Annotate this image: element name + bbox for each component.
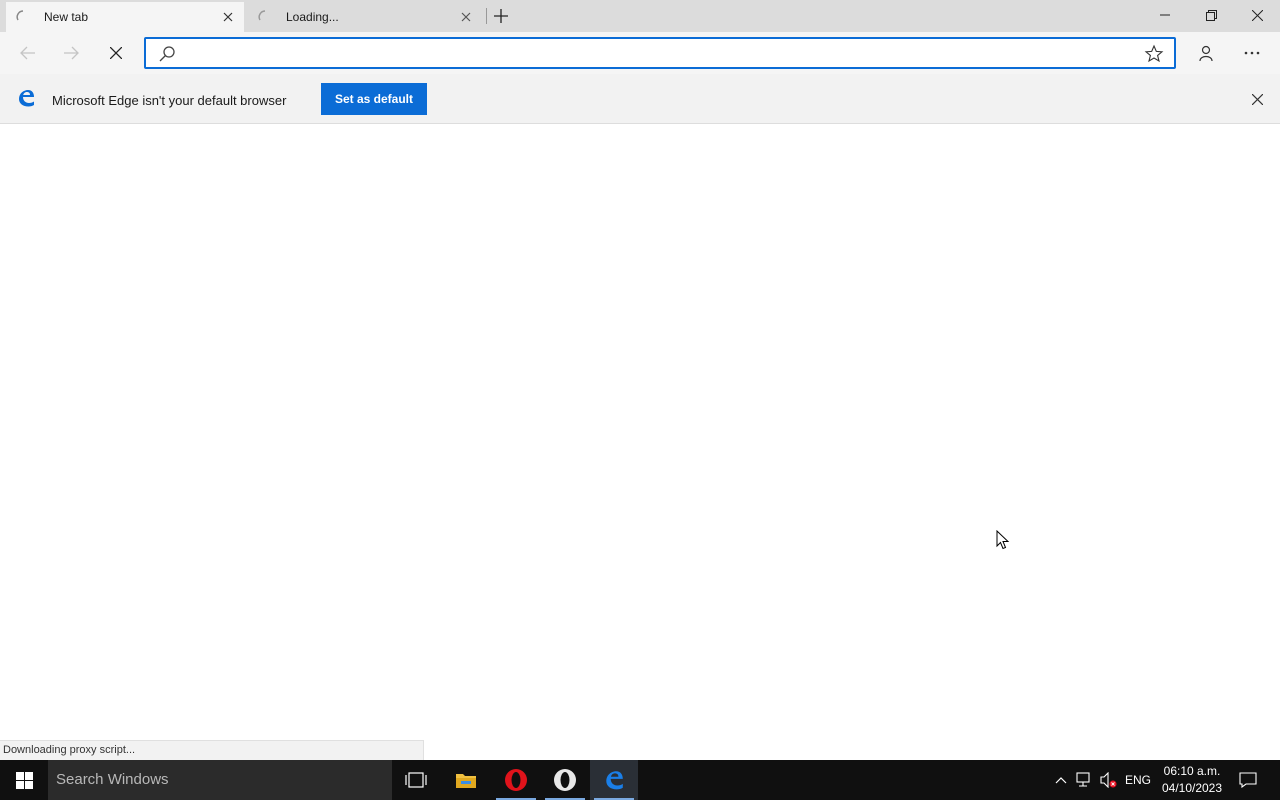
tab-label: Loading... (286, 10, 339, 24)
set-as-default-button[interactable]: Set as default (321, 83, 427, 115)
show-hidden-icons-button[interactable] (1050, 760, 1072, 800)
address-input[interactable] (180, 43, 1140, 63)
plus-icon (494, 9, 508, 23)
opera-button[interactable] (492, 760, 540, 800)
new-tab-button[interactable] (491, 6, 511, 26)
folder-icon (456, 774, 476, 788)
edge-taskbar-button[interactable] (590, 760, 638, 800)
opera-gx-button[interactable] (541, 760, 589, 800)
title-bar: New tab Loading... (0, 0, 1280, 32)
default-browser-infobar: Microsoft Edge isn't your default browse… (0, 74, 1280, 124)
task-view-button[interactable] (392, 760, 440, 800)
favorite-star-icon[interactable] (1144, 44, 1164, 64)
forward-arrow-icon (64, 46, 79, 60)
stop-loading-button[interactable] (101, 38, 131, 68)
task-view-icon (405, 772, 427, 788)
profile-button[interactable] (1191, 38, 1221, 68)
close-icon (1251, 9, 1263, 21)
restore-button[interactable] (1188, 0, 1234, 30)
settings-more-button[interactable] (1237, 38, 1267, 68)
volume-button[interactable] (1098, 760, 1120, 800)
file-explorer-button[interactable] (442, 760, 490, 800)
stop-x-icon (110, 47, 122, 59)
edge-icon (606, 771, 623, 790)
infobar-close-button[interactable] (1248, 90, 1266, 108)
page-content[interactable] (0, 124, 1280, 760)
tab-close-icon[interactable] (220, 9, 236, 25)
minimize-button[interactable] (1142, 0, 1188, 30)
close-window-button[interactable] (1234, 0, 1280, 30)
profile-icon (1199, 45, 1213, 61)
taskbar-clock[interactable]: 06:10 a.m. 04/10/2023 (1158, 763, 1226, 797)
taskbar-search-box[interactable]: Search Windows (48, 760, 392, 800)
tab-loading[interactable]: Loading... (248, 2, 482, 32)
notification-icon (1239, 772, 1257, 788)
tab-separator (486, 8, 487, 24)
loading-spinner-icon (258, 10, 266, 21)
tab-new-tab[interactable]: New tab (6, 2, 244, 32)
clock-time: 06:10 a.m. (1163, 764, 1221, 778)
forward-button[interactable] (56, 38, 86, 68)
minimize-icon (1160, 14, 1170, 16)
browser-toolbar (0, 32, 1280, 74)
tab-label: New tab (44, 10, 89, 24)
tab-close-icon[interactable] (458, 9, 474, 25)
mouse-cursor-icon (996, 530, 1010, 550)
back-arrow-icon (20, 46, 35, 60)
opera-gx-icon (554, 769, 576, 791)
windows-taskbar: Search Windows ENG 06:10 a.m. 04/10/2023 (0, 760, 1280, 800)
status-bar: Downloading proxy script... (0, 740, 424, 760)
address-bar[interactable] (144, 37, 1176, 69)
loading-spinner-icon (16, 10, 24, 21)
edge-logo-icon (19, 90, 34, 107)
network-button[interactable] (1074, 760, 1096, 800)
restore-icon (1205, 9, 1217, 21)
notifications-button[interactable] (1232, 760, 1264, 800)
more-dots-icon (1244, 51, 1260, 55)
search-icon (159, 46, 175, 62)
start-button[interactable] (0, 760, 48, 800)
clock-date: 04/10/2023 (1161, 781, 1223, 795)
input-language-indicator[interactable]: ENG (1124, 760, 1152, 800)
infobar-message: Microsoft Edge isn't your default browse… (52, 93, 287, 108)
windows-logo-icon (15, 771, 33, 789)
opera-icon (505, 769, 527, 791)
close-icon (1251, 93, 1263, 105)
chevron-up-icon (1055, 777, 1067, 784)
back-button[interactable] (13, 38, 43, 68)
volume-muted-icon (1100, 772, 1117, 788)
network-icon (1076, 772, 1090, 787)
